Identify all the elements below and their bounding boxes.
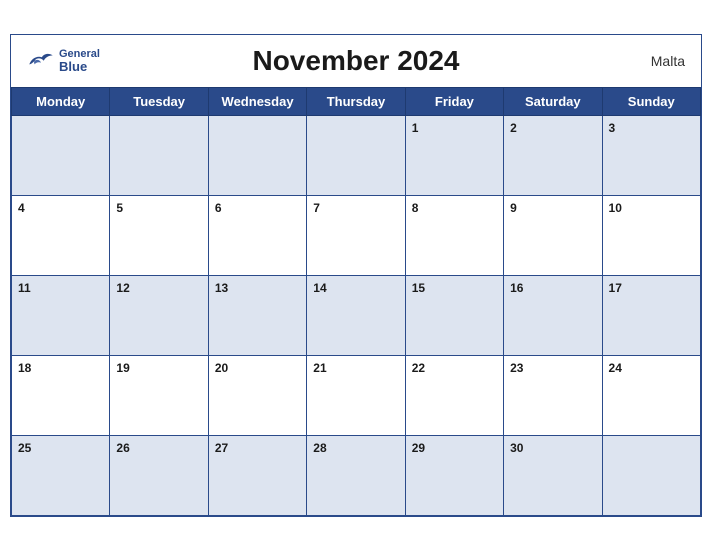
weekday-header-thursday: Thursday — [307, 87, 405, 115]
day-number: 25 — [18, 441, 31, 455]
logo-bird-icon — [27, 51, 55, 69]
weekday-header-tuesday: Tuesday — [110, 87, 208, 115]
weekday-header-monday: Monday — [12, 87, 110, 115]
day-number: 14 — [313, 281, 326, 295]
calendar-cell: 11 — [12, 275, 110, 355]
day-number: 17 — [609, 281, 622, 295]
calendar-cell: 4 — [12, 195, 110, 275]
day-number: 1 — [412, 121, 419, 135]
calendar: General Blue November 2024 Malta MondayT… — [10, 34, 702, 517]
day-number: 30 — [510, 441, 523, 455]
weekday-header-sunday: Sunday — [602, 87, 700, 115]
calendar-cell: 18 — [12, 355, 110, 435]
calendar-cell: 10 — [602, 195, 700, 275]
day-number: 2 — [510, 121, 517, 135]
calendar-cell: 1 — [405, 115, 503, 195]
calendar-cell: 9 — [504, 195, 602, 275]
day-number: 6 — [215, 201, 222, 215]
calendar-cell: 13 — [208, 275, 306, 355]
calendar-cell — [307, 115, 405, 195]
logo-text: General Blue — [59, 47, 100, 73]
calendar-cell: 2 — [504, 115, 602, 195]
calendar-cell: 21 — [307, 355, 405, 435]
calendar-cell: 23 — [504, 355, 602, 435]
day-number: 16 — [510, 281, 523, 295]
day-number: 7 — [313, 201, 320, 215]
calendar-cell — [12, 115, 110, 195]
calendar-cell: 27 — [208, 435, 306, 515]
calendar-cell: 7 — [307, 195, 405, 275]
day-number: 26 — [116, 441, 129, 455]
weekday-header-wednesday: Wednesday — [208, 87, 306, 115]
day-number: 13 — [215, 281, 228, 295]
calendar-cell: 20 — [208, 355, 306, 435]
calendar-cell: 28 — [307, 435, 405, 515]
calendar-cell: 19 — [110, 355, 208, 435]
day-number: 4 — [18, 201, 25, 215]
calendar-cell: 14 — [307, 275, 405, 355]
calendar-cell: 24 — [602, 355, 700, 435]
calendar-cell: 5 — [110, 195, 208, 275]
day-number: 11 — [18, 281, 31, 295]
calendar-thead: MondayTuesdayWednesdayThursdayFridaySatu… — [12, 87, 701, 115]
calendar-cell: 3 — [602, 115, 700, 195]
day-number: 21 — [313, 361, 326, 375]
calendar-cell — [208, 115, 306, 195]
month-year-title: November 2024 — [252, 45, 459, 77]
day-number: 10 — [609, 201, 622, 215]
day-number: 18 — [18, 361, 31, 375]
calendar-cell: 12 — [110, 275, 208, 355]
day-number: 28 — [313, 441, 326, 455]
day-number: 8 — [412, 201, 419, 215]
day-number: 29 — [412, 441, 425, 455]
day-number: 23 — [510, 361, 523, 375]
day-number: 9 — [510, 201, 517, 215]
calendar-cell: 8 — [405, 195, 503, 275]
day-number: 27 — [215, 441, 228, 455]
calendar-cell: 29 — [405, 435, 503, 515]
calendar-cell — [602, 435, 700, 515]
week-row-0: 1 2 3 — [12, 115, 701, 195]
week-row-1: 4 5 6 7 8 9 10 — [12, 195, 701, 275]
day-number: 19 — [116, 361, 129, 375]
calendar-cell: 26 — [110, 435, 208, 515]
weekday-header-friday: Friday — [405, 87, 503, 115]
calendar-cell: 16 — [504, 275, 602, 355]
day-number: 22 — [412, 361, 425, 375]
calendar-cell: 17 — [602, 275, 700, 355]
week-row-3: 18 19 20 21 22 23 24 — [12, 355, 701, 435]
logo-blue-text: Blue — [59, 59, 87, 73]
day-number: 24 — [609, 361, 622, 375]
calendar-cell: 15 — [405, 275, 503, 355]
day-number: 3 — [609, 121, 616, 135]
week-row-4: 25 26 27 28 29 30 — [12, 435, 701, 515]
day-number: 15 — [412, 281, 425, 295]
calendar-cell: 25 — [12, 435, 110, 515]
calendar-cell: 22 — [405, 355, 503, 435]
calendar-cell: 30 — [504, 435, 602, 515]
calendar-cell — [110, 115, 208, 195]
calendar-table: MondayTuesdayWednesdayThursdayFridaySatu… — [11, 87, 701, 516]
country-label: Malta — [651, 53, 685, 69]
day-number: 5 — [116, 201, 123, 215]
calendar-header: General Blue November 2024 Malta — [11, 35, 701, 87]
weekday-header-row: MondayTuesdayWednesdayThursdayFridaySatu… — [12, 87, 701, 115]
day-number: 20 — [215, 361, 228, 375]
logo-area: General Blue — [27, 47, 100, 73]
day-number: 12 — [116, 281, 129, 295]
calendar-cell: 6 — [208, 195, 306, 275]
week-row-2: 11 12 13 14 15 16 17 — [12, 275, 701, 355]
calendar-tbody: 1234567891011121314151617181920212223242… — [12, 115, 701, 515]
weekday-header-saturday: Saturday — [504, 87, 602, 115]
